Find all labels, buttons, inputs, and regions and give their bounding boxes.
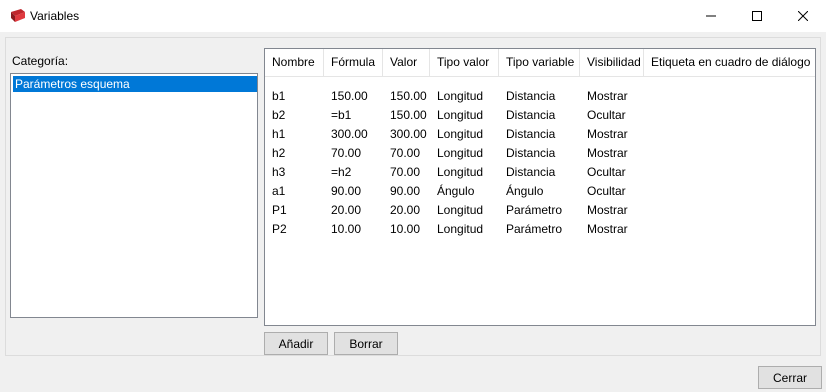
- cell-valor[interactable]: 150.00: [383, 106, 427, 125]
- table-row[interactable]: a1 90.00 90.00 Ángulo Ángulo Ocultar: [265, 182, 815, 201]
- delete-button[interactable]: Borrar: [334, 332, 398, 355]
- cell-tipo-variable[interactable]: Distancia: [499, 163, 555, 182]
- cell-tipo-variable[interactable]: Distancia: [499, 144, 555, 163]
- title-bar: Variables: [0, 0, 826, 32]
- grid-header: Nombre Fórmula Valor Tipo valor Tipo var…: [265, 49, 815, 77]
- cell-valor[interactable]: 70.00: [383, 144, 420, 163]
- table-row[interactable]: P1 20.00 20.00 Longitud Parámetro Mostrar: [265, 201, 815, 220]
- minimize-button[interactable]: [688, 0, 734, 32]
- maximize-icon: [752, 11, 762, 21]
- close-window-button[interactable]: [780, 0, 826, 32]
- cell-tipo-variable[interactable]: Distancia: [499, 106, 555, 125]
- cell-formula[interactable]: 10.00: [324, 220, 361, 239]
- cell-valor[interactable]: 20.00: [383, 201, 420, 220]
- cell-tipo-valor[interactable]: Longitud: [430, 220, 483, 239]
- cell-formula[interactable]: 300.00: [324, 125, 368, 144]
- cell-visibilidad[interactable]: Mostrar: [580, 87, 628, 106]
- cell-nombre[interactable]: h1: [265, 125, 285, 144]
- table-row[interactable]: b2 =b1 150.00 Longitud Distancia Ocultar: [265, 106, 815, 125]
- cell-tipo-variable[interactable]: Parámetro: [499, 201, 562, 220]
- cell-nombre[interactable]: a1: [265, 182, 285, 201]
- table-row[interactable]: P2 10.00 10.00 Longitud Parámetro Mostrar: [265, 220, 815, 239]
- category-item-parametros-esquema[interactable]: Parámetros esquema: [13, 76, 257, 92]
- cell-etiqueta[interactable]: [644, 201, 651, 220]
- cell-etiqueta[interactable]: [644, 144, 651, 163]
- column-header-formula[interactable]: Fórmula: [324, 49, 383, 76]
- cell-tipo-variable[interactable]: Ángulo: [499, 182, 543, 201]
- cell-valor[interactable]: 300.00: [383, 125, 427, 144]
- cell-visibilidad[interactable]: Mostrar: [580, 201, 628, 220]
- maximize-button[interactable]: [734, 0, 780, 32]
- category-label: Categoría:: [12, 54, 69, 68]
- cell-visibilidad[interactable]: Mostrar: [580, 144, 628, 163]
- table-row[interactable]: h2 70.00 70.00 Longitud Distancia Mostrar: [265, 144, 815, 163]
- table-row[interactable]: h1 300.00 300.00 Longitud Distancia Mostrar: [265, 125, 815, 144]
- cell-valor[interactable]: 150.00: [383, 87, 427, 106]
- cell-valor[interactable]: 90.00: [383, 182, 420, 201]
- cell-formula[interactable]: 150.00: [324, 87, 368, 106]
- cell-formula[interactable]: 90.00: [324, 182, 361, 201]
- cell-nombre[interactable]: P2: [265, 220, 287, 239]
- cell-visibilidad[interactable]: Mostrar: [580, 220, 628, 239]
- cell-formula[interactable]: =b1: [324, 106, 351, 125]
- cell-formula[interactable]: 20.00: [324, 201, 361, 220]
- cell-nombre[interactable]: b2: [265, 106, 285, 125]
- cell-tipo-valor[interactable]: Longitud: [430, 144, 483, 163]
- table-row[interactable]: h3 =h2 70.00 Longitud Distancia Ocultar: [265, 163, 815, 182]
- category-list[interactable]: Parámetros esquema: [10, 73, 258, 318]
- cell-tipo-valor[interactable]: Longitud: [430, 106, 483, 125]
- window-title: Variables: [30, 9, 80, 23]
- cell-etiqueta[interactable]: [644, 220, 651, 239]
- column-header-etiqueta[interactable]: Etiqueta en cuadro de diálogo: [644, 49, 815, 76]
- cell-tipo-variable[interactable]: Parámetro: [499, 220, 562, 239]
- close-icon: [798, 11, 808, 21]
- close-button[interactable]: Cerrar: [758, 366, 822, 389]
- cell-etiqueta[interactable]: [644, 163, 651, 182]
- cell-formula[interactable]: =h2: [324, 163, 351, 182]
- cell-visibilidad[interactable]: Ocultar: [580, 163, 626, 182]
- add-button[interactable]: Añadir: [264, 332, 328, 355]
- cell-etiqueta[interactable]: [644, 87, 651, 106]
- cell-tipo-valor[interactable]: Longitud: [430, 163, 483, 182]
- column-header-visibilidad[interactable]: Visibilidad: [580, 49, 644, 76]
- cell-nombre[interactable]: h2: [265, 144, 285, 163]
- cell-visibilidad[interactable]: Ocultar: [580, 182, 626, 201]
- cell-formula[interactable]: 70.00: [324, 144, 361, 163]
- cell-etiqueta[interactable]: [644, 106, 651, 125]
- cell-nombre[interactable]: P1: [265, 201, 287, 220]
- cell-nombre[interactable]: b1: [265, 87, 285, 106]
- cell-visibilidad[interactable]: Ocultar: [580, 106, 626, 125]
- minimize-icon: [706, 15, 716, 17]
- cell-tipo-variable[interactable]: Distancia: [499, 87, 555, 106]
- column-header-tipo-valor[interactable]: Tipo valor: [430, 49, 499, 76]
- cell-tipo-valor[interactable]: Longitud: [430, 125, 483, 144]
- cell-valor[interactable]: 70.00: [383, 163, 420, 182]
- cell-visibilidad[interactable]: Mostrar: [580, 125, 628, 144]
- cell-valor[interactable]: 10.00: [383, 220, 420, 239]
- dialog-body: Categoría: Parámetros esquema Nombre Fór…: [0, 32, 826, 392]
- column-header-valor[interactable]: Valor: [383, 49, 430, 76]
- column-header-tipo-variable[interactable]: Tipo variable: [499, 49, 580, 76]
- column-header-nombre[interactable]: Nombre: [265, 49, 324, 76]
- cell-tipo-valor[interactable]: Longitud: [430, 87, 483, 106]
- cell-tipo-valor[interactable]: Ángulo: [430, 182, 474, 201]
- cell-nombre[interactable]: h3: [265, 163, 285, 182]
- table-row[interactable]: b1 150.00 150.00 Longitud Distancia Mostrar: [265, 87, 815, 106]
- cell-tipo-variable[interactable]: Distancia: [499, 125, 555, 144]
- cell-etiqueta[interactable]: [644, 125, 651, 144]
- variables-grid[interactable]: Nombre Fórmula Valor Tipo valor Tipo var…: [264, 48, 816, 326]
- cell-etiqueta[interactable]: [644, 182, 651, 201]
- app-icon: [9, 8, 27, 24]
- cell-tipo-valor[interactable]: Longitud: [430, 201, 483, 220]
